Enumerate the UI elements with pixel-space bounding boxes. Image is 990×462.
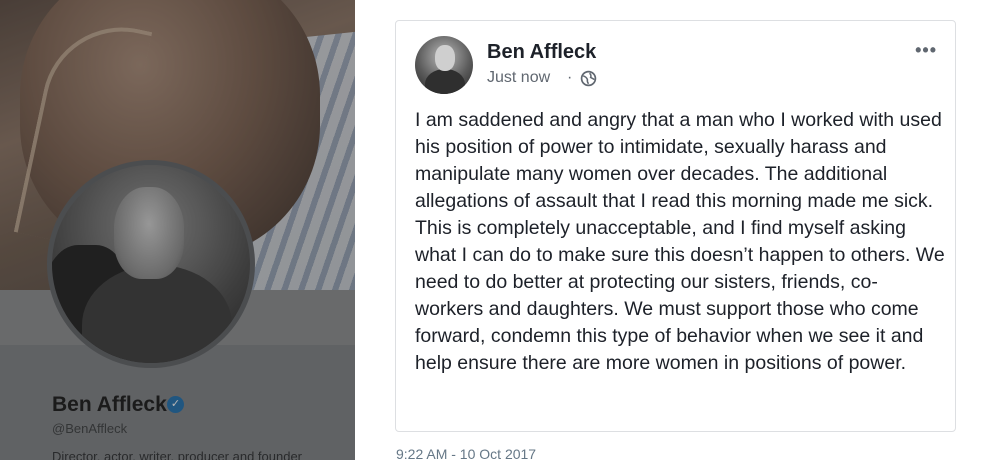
post-author-name[interactable]: Ben Affleck <box>487 41 596 64</box>
dim-overlay <box>0 0 355 460</box>
twitter-profile-panel: Ben Affleck ✓ @BenAffleck Director, acto… <box>0 0 355 460</box>
post-body-text: I am saddened and angry that a man who I… <box>415 109 945 374</box>
globe-icon[interactable] <box>580 70 597 87</box>
facebook-post-card: Ben Affleck Just now · ••• I am saddened… <box>395 20 956 432</box>
more-options-icon[interactable]: ••• <box>915 40 937 61</box>
post-timestamp[interactable]: Just now <box>487 69 550 87</box>
post-author-avatar[interactable] <box>415 36 473 94</box>
meta-separator: · <box>567 69 573 86</box>
